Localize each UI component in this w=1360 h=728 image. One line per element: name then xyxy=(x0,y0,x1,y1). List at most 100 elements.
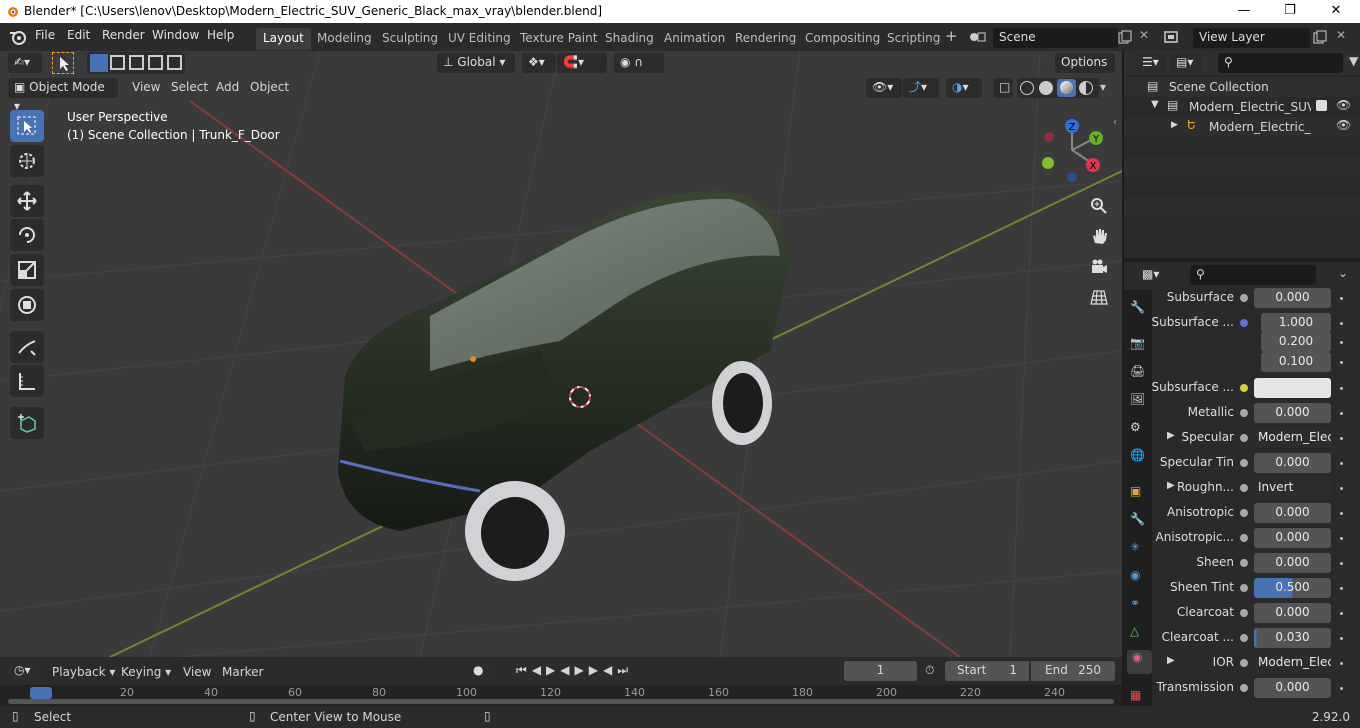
menu-help[interactable]: Help xyxy=(207,28,234,42)
minimize-button[interactable]: — xyxy=(1221,0,1267,23)
menu-edit[interactable]: Edit xyxy=(67,28,90,42)
number-field[interactable]: 1.000 xyxy=(1261,313,1331,333)
scene-icon[interactable] xyxy=(968,29,988,45)
delete-view-layer-icon[interactable]: ✕ xyxy=(1336,28,1346,42)
tab-layout[interactable]: Layout xyxy=(256,28,311,50)
number-field[interactable]: 0.000 xyxy=(1254,603,1331,623)
timeline-menu-keying[interactable]: Keying ▾ xyxy=(121,665,171,679)
add-workspace-button[interactable]: + xyxy=(945,27,958,45)
socket-icon[interactable] xyxy=(1240,659,1248,667)
play-icon[interactable]: ▶ xyxy=(575,663,589,677)
timeline-ruler[interactable]: 120406080100120140160180200220240 xyxy=(0,685,1122,706)
socket-icon[interactable] xyxy=(1240,509,1248,517)
object-tab-icon[interactable]: ▣ xyxy=(1130,484,1150,504)
pan-button[interactable] xyxy=(1086,223,1112,249)
viewport-menu-add[interactable]: Add xyxy=(216,80,239,94)
expand-arrow-icon[interactable]: ▶ xyxy=(1167,430,1175,441)
color-swatch[interactable] xyxy=(1254,378,1331,398)
socket-icon[interactable] xyxy=(1240,584,1248,592)
keyframe-dot-icon[interactable] xyxy=(1340,687,1343,690)
timeline-scrollbar[interactable] xyxy=(8,699,1114,704)
expand-arrow-icon[interactable]: ▶ xyxy=(1167,655,1175,666)
constraints-tab-icon[interactable]: ⚭ xyxy=(1130,596,1150,616)
number-field[interactable]: 0.000 xyxy=(1254,528,1331,548)
solid-shading-icon[interactable] xyxy=(1039,81,1053,95)
prev-keyframe-icon[interactable]: ◀▶ xyxy=(532,663,560,677)
keyframe-dot-icon[interactable] xyxy=(1340,537,1343,540)
cursor-tool[interactable] xyxy=(10,145,44,177)
number-field[interactable]: 0.200 xyxy=(1261,332,1331,352)
gizmo-toggle[interactable]: ⤴▾ xyxy=(903,78,939,98)
socket-icon[interactable] xyxy=(1240,319,1248,327)
jump-start-icon[interactable]: ⏮ xyxy=(516,663,532,677)
overlay-toggle[interactable]: ◑▾ xyxy=(946,78,982,98)
number-field[interactable]: 0.000 xyxy=(1254,453,1331,473)
mode-intersect-icon[interactable] xyxy=(167,55,182,70)
shading-options-icon[interactable]: ▾ xyxy=(1100,80,1106,94)
expand-arrow-icon[interactable]: ▶ xyxy=(1167,480,1175,491)
transform-orientation-dropdown[interactable]: ⊥ Global ▾ xyxy=(437,53,515,73)
socket-icon[interactable] xyxy=(1240,384,1248,392)
socket-icon[interactable] xyxy=(1240,684,1248,692)
tab-compositing[interactable]: Compositing xyxy=(798,28,887,50)
viewport-menu-view[interactable]: View xyxy=(132,80,160,94)
socket-icon[interactable] xyxy=(1240,409,1248,417)
zoom-button[interactable] xyxy=(1086,193,1112,219)
add-cube-tool[interactable] xyxy=(10,407,44,439)
number-field[interactable]: 0.030 xyxy=(1254,628,1331,648)
keyframe-dot-icon[interactable] xyxy=(1340,322,1343,325)
tab-animation[interactable]: Animation xyxy=(657,28,732,50)
texture-tab-icon[interactable]: ▦ xyxy=(1130,688,1150,708)
keyframe-dot-icon[interactable] xyxy=(1340,662,1343,665)
number-field[interactable]: 0.000 xyxy=(1254,288,1331,308)
camera-view-button[interactable] xyxy=(1086,254,1112,280)
socket-icon[interactable] xyxy=(1240,534,1248,542)
scale-tool[interactable] xyxy=(10,254,44,286)
socket-icon[interactable] xyxy=(1240,434,1248,442)
outliner-row-collection[interactable]: ▼ ▤ Modern_Electric_SUV_Ge 👁 xyxy=(1124,97,1360,117)
view-layer-icon[interactable] xyxy=(1164,29,1186,45)
viewport-menu-object[interactable]: Object xyxy=(250,80,289,94)
eye-icon[interactable]: 👁 xyxy=(1336,98,1351,112)
scene-name-field[interactable]: Scene xyxy=(993,28,1118,48)
tab-shading[interactable]: Shading xyxy=(598,28,661,50)
tab-texture-paint[interactable]: Texture Paint xyxy=(513,28,604,50)
outliner-editor-type[interactable]: ☰▾ xyxy=(1136,53,1166,73)
rotate-tool[interactable] xyxy=(10,219,44,251)
neg-y-axis-ball[interactable] xyxy=(1042,157,1054,169)
stopwatch-icon[interactable]: ⏱ xyxy=(925,663,934,678)
socket-icon[interactable] xyxy=(1240,609,1248,617)
visibility-toggle[interactable]: 👁▾ xyxy=(866,78,902,98)
pivot-point-button[interactable]: ❖▾ xyxy=(522,53,556,73)
mode-invert-icon[interactable] xyxy=(148,55,163,70)
keyframe-dot-icon[interactable] xyxy=(1340,562,1343,565)
close-window-button[interactable]: ✕ xyxy=(1313,0,1359,23)
expand-arrow-icon[interactable]: ▼ xyxy=(1151,99,1159,110)
number-field[interactable]: 0.000 xyxy=(1254,553,1331,573)
tool-tab-icon[interactable]: 🔧 xyxy=(1130,300,1150,320)
properties-editor-type[interactable]: ▩▾ xyxy=(1136,265,1166,285)
socket-icon[interactable] xyxy=(1240,294,1248,302)
physics-tab-icon[interactable]: ◉ xyxy=(1130,568,1150,588)
number-field[interactable]: 0.000 xyxy=(1254,503,1331,523)
timeline-menu-view[interactable]: View xyxy=(183,665,211,679)
delete-scene-icon[interactable]: ✕ xyxy=(1139,28,1149,42)
keyframe-dot-icon[interactable] xyxy=(1340,637,1343,640)
keyframe-dot-icon[interactable] xyxy=(1340,512,1343,515)
keyframe-dot-icon[interactable] xyxy=(1340,587,1343,590)
wireframe-shading-icon[interactable] xyxy=(1020,81,1034,95)
annotate-tool[interactable] xyxy=(10,331,44,363)
keyframe-dot-icon[interactable] xyxy=(1340,462,1343,465)
checkbox-icon[interactable] xyxy=(1316,100,1327,111)
mode-extend-icon[interactable] xyxy=(110,55,125,70)
outliner-row-object[interactable]: ▶ Ե Modern_Electric_SU\ 👁 xyxy=(1124,117,1360,137)
3d-viewport[interactable]: ✍▾ ⊥ Global ▾ ❖▾ 🧲▾ ◉ ∩ Options ▾ ▣ Obje… xyxy=(0,51,1122,657)
xray-toggle[interactable]: □ xyxy=(993,78,1013,98)
expand-arrow-icon[interactable]: ▶ xyxy=(1171,120,1178,130)
number-field[interactable]: 0.100 xyxy=(1261,352,1331,372)
keyframe-dot-icon[interactable] xyxy=(1340,387,1343,390)
number-field[interactable]: 0.000 xyxy=(1254,678,1331,698)
timeline-menu-playback[interactable]: Playback ▾ xyxy=(52,665,115,679)
next-keyframe-icon[interactable]: ▶◀ xyxy=(589,663,617,677)
jump-end-icon[interactable]: ⏭ xyxy=(617,663,633,677)
